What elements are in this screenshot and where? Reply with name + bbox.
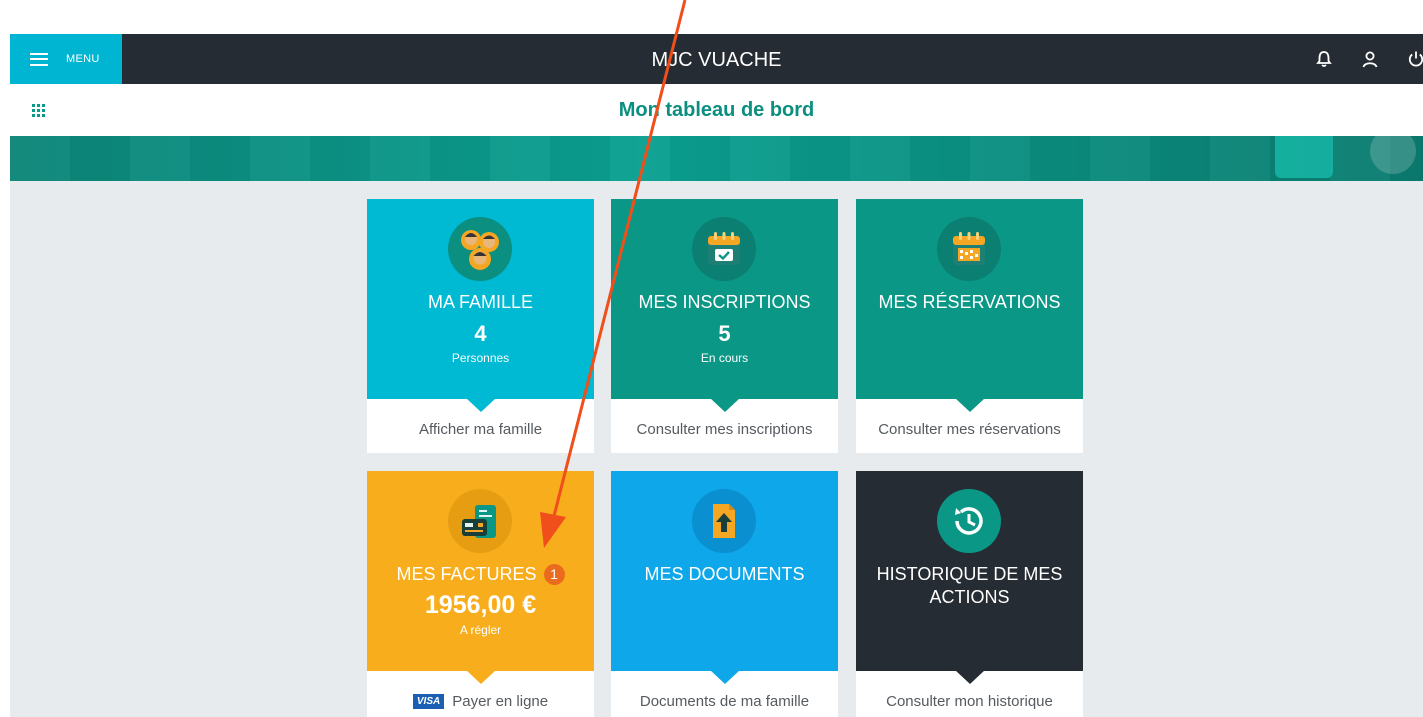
- tile-link-famille[interactable]: Afficher ma famille: [367, 421, 594, 438]
- tile-link-inscriptions[interactable]: Consulter mes inscriptions: [611, 421, 838, 438]
- tile-subtitle: En cours: [700, 351, 749, 365]
- tile-subtitle: Personnes: [451, 351, 510, 365]
- document-upload-icon: [692, 489, 756, 553]
- tile-documents[interactable]: MES DOCUMENTS Documents de ma famille: [611, 471, 838, 717]
- banner: [10, 136, 1423, 181]
- power-icon[interactable]: [1405, 48, 1423, 70]
- top-bar: MENU MJC VUACHE: [10, 34, 1423, 84]
- app-title: MJC VUACHE: [651, 49, 782, 71]
- tile-title: MES DOCUMENTS: [644, 564, 805, 584]
- tile-count: 4: [474, 321, 487, 346]
- hamburger-icon: [30, 52, 48, 66]
- subheader: Mon tableau de bord: [10, 84, 1423, 136]
- tile-famille[interactable]: MA FAMILLE 4 Personnes Afficher ma famil…: [367, 199, 594, 453]
- tile-link-historique[interactable]: Consulter mon historique: [856, 693, 1083, 710]
- page-title: Mon tableau de bord: [618, 99, 815, 121]
- menu-label: MENU: [66, 53, 100, 65]
- banner-decoration: [1275, 136, 1333, 178]
- notification-badge: 1: [543, 564, 565, 585]
- tile-inscriptions[interactable]: MES INSCRIPTIONS 5 En cours Consulter me…: [611, 199, 838, 453]
- tile-count: 5: [718, 321, 731, 346]
- tile-historique[interactable]: HISTORIQUE DE MES ACTIONS Consulter mon …: [856, 471, 1083, 717]
- history-icon: [937, 489, 1001, 553]
- tile-link-documents[interactable]: Documents de ma famille: [611, 693, 838, 710]
- tile-title: MA FAMILLE: [427, 292, 534, 312]
- menu-button[interactable]: MENU: [10, 34, 122, 84]
- calendar-grid-icon: [937, 217, 1001, 281]
- page: MENU MJC VUACHE Mon tableau de bord MA F…: [0, 0, 1423, 717]
- tile-title: MES FACTURES 1: [367, 563, 594, 586]
- visa-icon: VISA: [412, 694, 445, 709]
- pay-online-link[interactable]: VISA Payer en ligne: [367, 693, 594, 710]
- dashboard-content: MA FAMILLE 4 Personnes Afficher ma famil…: [10, 181, 1423, 717]
- invoice-icon: [448, 489, 512, 553]
- invoice-amount: 1956,00 €: [424, 591, 537, 619]
- tile-title: HISTORIQUE DE MES ACTIONS: [876, 564, 1063, 607]
- tile-title: MES INSCRIPTIONS: [638, 292, 811, 312]
- tile-subtitle: A régler: [459, 623, 502, 637]
- bell-icon[interactable]: [1313, 48, 1335, 70]
- calendar-check-icon: [692, 217, 756, 281]
- tile-reservations[interactable]: MES RÉSERVATIONS Consulter mes réservati…: [856, 199, 1083, 453]
- user-icon[interactable]: [1359, 48, 1381, 70]
- tile-link-reservations[interactable]: Consulter mes réservations: [856, 421, 1083, 438]
- top-icons: [1313, 34, 1423, 84]
- tile-factures[interactable]: MES FACTURES 1 1956,00 € A régler VISA Pa…: [367, 471, 594, 717]
- family-icon: [448, 217, 512, 281]
- tile-title: MES RÉSERVATIONS: [878, 292, 1061, 312]
